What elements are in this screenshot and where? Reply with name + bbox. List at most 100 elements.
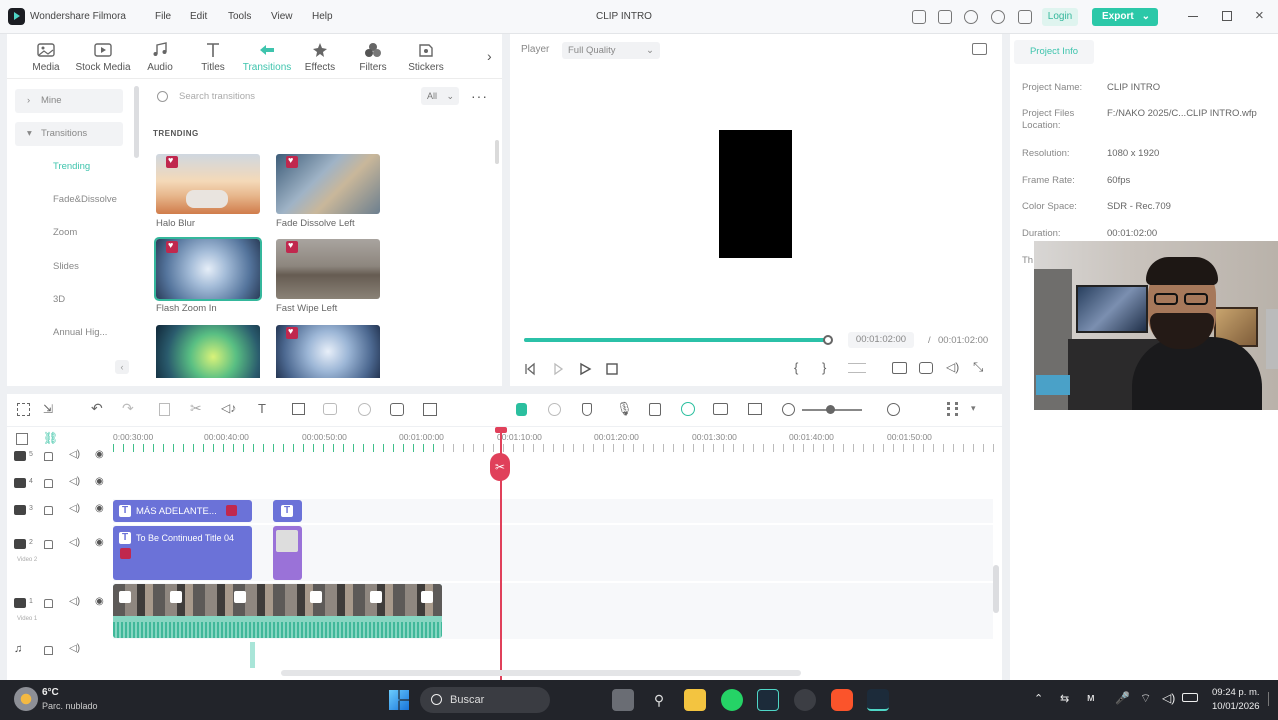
tab-stock-media[interactable]: Stock Media <box>74 42 132 73</box>
layout-icon[interactable] <box>17 403 30 416</box>
fullscreen-icon[interactable]: ⤡ <box>973 359 983 375</box>
sidebar-item-mine[interactable]: › Mine <box>15 89 123 113</box>
add-track-icon[interactable] <box>16 433 28 445</box>
login-button[interactable]: Login <box>1042 8 1078 26</box>
quality-dropdown[interactable]: Full Quality ⌄ <box>562 42 660 59</box>
volume-icon[interactable]: ◁) <box>1162 691 1175 705</box>
snapshot-icon[interactable] <box>972 43 987 55</box>
pip-icon[interactable] <box>423 403 437 416</box>
sidebar-scrollbar[interactable] <box>134 86 139 158</box>
minimize-icon[interactable] <box>1188 16 1198 17</box>
microphone-icon[interactable]: 🎙 <box>616 401 633 417</box>
mute-icon[interactable]: ◁) <box>69 449 80 460</box>
play-backward-icon[interactable] <box>551 362 565 376</box>
thumb-fast-wipe-left[interactable] <box>276 239 380 299</box>
mark-in-icon[interactable]: { <box>794 360 798 375</box>
menu-file[interactable]: File <box>155 11 171 22</box>
timeline-scrollbar[interactable] <box>281 670 801 676</box>
volume-icon[interactable]: ◁) <box>946 360 959 374</box>
thumb-halo-blur[interactable] <box>156 154 260 214</box>
thumbnails-scrollbar[interactable] <box>495 140 499 164</box>
current-time[interactable]: 00:01:02:00 <box>848 332 914 348</box>
lock-icon[interactable] <box>44 540 53 549</box>
wifi-icon[interactable]: ⌔ <box>1140 691 1151 706</box>
record-icon[interactable] <box>516 403 527 416</box>
search-input[interactable]: Search transitions <box>149 86 419 108</box>
filter-dropdown[interactable]: All ⌄ <box>421 87 459 105</box>
tab-project-info[interactable]: Project Info <box>1014 40 1094 64</box>
headset-icon[interactable] <box>991 10 1005 24</box>
menu-view[interactable]: View <box>271 11 293 22</box>
link-icon[interactable]: ⛓ <box>43 431 58 445</box>
color-icon[interactable] <box>358 403 371 416</box>
redo-icon[interactable]: ↷ <box>122 400 134 417</box>
tab-media[interactable]: Media <box>21 42 71 73</box>
mute-icon[interactable]: ◁) <box>69 476 80 487</box>
network-icon[interactable]: ⇆ <box>1060 692 1069 705</box>
video-clip[interactable] <box>113 584 442 638</box>
tab-filters[interactable]: Filters <box>348 42 398 73</box>
timeline-vscrollbar[interactable] <box>993 565 999 613</box>
monitor-icon[interactable] <box>912 10 926 24</box>
tab-audio[interactable]: Audio <box>135 42 185 73</box>
scissors-icon[interactable]: ✂ <box>490 453 510 481</box>
save-icon[interactable] <box>938 10 952 24</box>
sidebar-item-annual[interactable]: Annual Hig... <box>15 321 123 345</box>
camera-icon[interactable] <box>919 362 933 374</box>
marker-icon[interactable] <box>582 403 592 416</box>
clock-date[interactable]: 10/01/2026 <box>1212 701 1260 712</box>
eye-icon[interactable]: ◉ <box>95 596 104 607</box>
lock-icon[interactable] <box>44 646 53 655</box>
replace-icon[interactable] <box>713 403 728 415</box>
mute-icon[interactable]: ◁) <box>69 596 80 607</box>
lock-icon[interactable] <box>44 452 53 461</box>
export-button[interactable]: Export ⌄ <box>1092 8 1158 26</box>
whatsapp-icon[interactable] <box>721 689 743 711</box>
lock-icon[interactable] <box>44 479 53 488</box>
render-icon[interactable] <box>848 363 866 373</box>
chevron-right-icon[interactable]: › <box>487 48 492 64</box>
rocket-icon[interactable]: ⚲ <box>648 689 670 711</box>
task-view-icon[interactable] <box>612 689 634 711</box>
cloud-icon[interactable] <box>964 10 978 24</box>
title-clip[interactable]: T <box>273 500 302 522</box>
zoom-knob[interactable] <box>826 405 835 414</box>
clock-time[interactable]: 09:24 p. m. <box>1212 687 1260 698</box>
select-tool-icon[interactable]: ⇲ <box>43 402 53 416</box>
brave-icon[interactable] <box>831 689 853 711</box>
sidebar-item-fade-dissolve[interactable]: Fade&Dissolve <box>15 188 123 212</box>
mute-icon[interactable]: ◁) <box>69 503 80 514</box>
thumb-flash-zoom-in[interactable] <box>154 237 262 301</box>
play-icon[interactable] <box>578 362 592 376</box>
subtitle-icon[interactable] <box>748 403 762 415</box>
tab-effects[interactable]: Effects <box>295 42 345 73</box>
title-clip[interactable]: T To Be Continued Title 04 <box>113 526 252 580</box>
sticker-clip[interactable] <box>273 526 302 580</box>
sidebar-item-zoom[interactable]: Zoom <box>15 221 123 245</box>
zoom-out-icon[interactable] <box>782 403 795 416</box>
sidebar-item-3d[interactable]: 3D <box>15 288 123 312</box>
thumb-transition[interactable] <box>156 325 260 378</box>
grid-icon[interactable] <box>947 402 958 416</box>
sidebar-item-trending[interactable]: Trending <box>15 155 123 179</box>
stabilize-icon[interactable] <box>390 403 404 416</box>
app-tray-icon[interactable]: ᴍ <box>1087 692 1095 704</box>
clipboard-icon[interactable] <box>649 403 661 416</box>
crop-icon[interactable] <box>292 403 305 415</box>
auto-icon[interactable] <box>548 403 561 416</box>
audio-clip[interactable] <box>250 642 255 668</box>
audio-edit-icon[interactable]: ◁♪ <box>221 401 236 415</box>
menu-help[interactable]: Help <box>312 11 333 22</box>
apps-icon[interactable] <box>1018 10 1032 24</box>
tab-stickers[interactable]: Stickers <box>401 42 451 73</box>
chevron-up-icon[interactable]: ⌃ <box>1034 692 1043 705</box>
progress-knob[interactable] <box>823 335 833 345</box>
mark-out-icon[interactable]: } <box>822 360 826 375</box>
chevron-down-icon[interactable]: ▾ <box>971 403 976 414</box>
menu-edit[interactable]: Edit <box>190 11 207 22</box>
restore-icon[interactable] <box>1222 11 1232 21</box>
filmora-taskbar-icon[interactable] <box>757 689 779 711</box>
mute-icon[interactable]: ◁) <box>69 643 80 654</box>
tab-transitions[interactable]: Transitions <box>239 42 295 73</box>
undo-icon[interactable]: ↶ <box>91 400 103 417</box>
